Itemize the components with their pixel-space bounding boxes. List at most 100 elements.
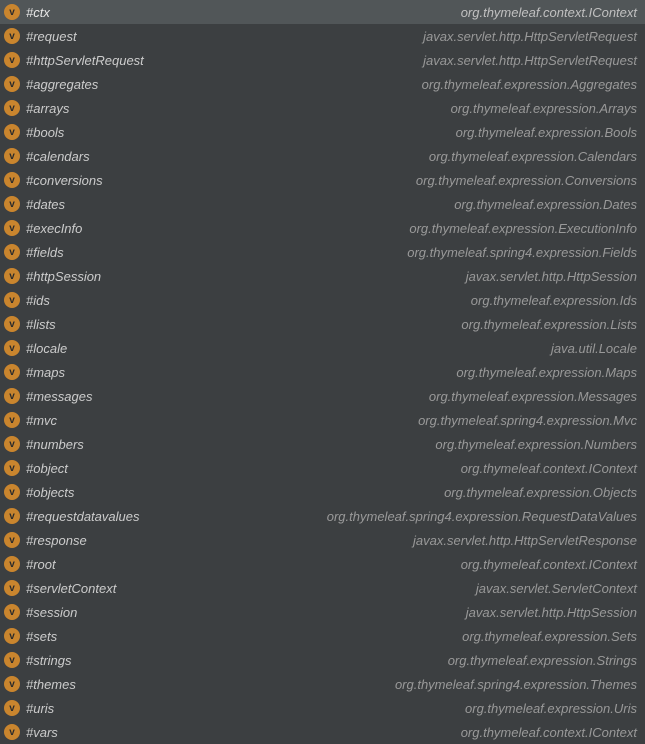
completion-item-label: #uris [26,701,54,716]
completion-item-label: #aggregates [26,77,98,92]
completion-item-type: org.thymeleaf.spring4.expression.Themes [395,677,637,692]
completion-item-type: org.thymeleaf.expression.Strings [448,653,637,668]
variable-icon: v [4,220,20,236]
completion-item[interactable]: v#themesorg.thymeleaf.spring4.expression… [0,672,645,696]
completion-item-label: #locale [26,341,67,356]
variable-icon: v [4,580,20,596]
completion-item-label: #calendars [26,149,90,164]
completion-item[interactable]: v #dates org.thymeleaf.expression.Dates [0,192,645,216]
completion-item[interactable]: v #servletContext javax.servlet.ServletCon… [0,576,645,600]
completion-item[interactable]: v#mapsorg.thymeleaf.expression.Maps [0,360,645,384]
completion-item-label: #servletContext [26,581,116,596]
variable-icon: v [4,268,20,284]
completion-item-type: org.thymeleaf.expression.Maps [456,365,637,380]
completion-item-type: org.thymeleaf.expression.Messages [429,389,637,404]
completion-item-type: org.thymeleaf.expression.ExecutionInfo [409,221,637,236]
completion-item-label: #httpServletRequest [26,53,144,68]
completion-item-label: #requestdatavalues [26,509,139,524]
variable-icon: v [4,508,20,524]
completion-item[interactable]: v#conversionsorg.thymeleaf.expression.Co… [0,168,645,192]
variable-icon: v [4,244,20,260]
completion-item[interactable]: v#idsorg.thymeleaf.expression.Ids [0,288,645,312]
completion-item-type: org.thymeleaf.expression.Conversions [416,173,637,188]
completion-item-type: java.util.Locale [551,341,637,356]
completion-item[interactable]: v #bools org.thymeleaf.expression.Bools [0,120,645,144]
variable-icon: v [4,532,20,548]
variable-icon: v [4,652,20,668]
completion-item[interactable]: v#objectsorg.thymeleaf.expression.Object… [0,480,645,504]
variable-icon: v [4,460,20,476]
completion-item[interactable]: v #root org.thymeleaf.context.IContext [0,552,645,576]
variable-icon: v [4,4,20,20]
completion-item[interactable]: v#objectorg.thymeleaf.context.IContext [0,456,645,480]
completion-item-type: javax.servlet.http.HttpSession [466,269,637,284]
completion-item[interactable]: v #vars org.thymeleaf.context.IContext [0,720,645,744]
completion-item-label: #mvc [26,413,57,428]
completion-item-label: #sets [26,629,57,644]
completion-item[interactable]: v#requestjavax.servlet.http.HttpServletR… [0,24,645,48]
completion-item-label: #numbers [26,437,84,452]
completion-item-type: org.thymeleaf.expression.Bools [456,125,637,140]
completion-item-label: #arrays [26,101,69,116]
completion-item-label: #root [26,557,56,572]
completion-item-type: org.thymeleaf.context.IContext [461,725,637,740]
completion-item-label: #bools [26,125,64,140]
completion-item-label: #themes [26,677,76,692]
completion-item-type: javax.servlet.http.HttpSession [466,605,637,620]
completion-item[interactable]: v#mvcorg.thymeleaf.spring4.expression.Mv… [0,408,645,432]
variable-icon: v [4,556,20,572]
variable-icon: v [4,628,20,644]
completion-item-label: #request [26,29,77,44]
completion-item-type: org.thymeleaf.expression.Sets [462,629,637,644]
variable-icon: v [4,76,20,92]
completion-item[interactable]: v#ctxorg.thymeleaf.context.IContext [0,0,645,24]
variable-icon: v [4,124,20,140]
completion-item[interactable]: v#calendarsorg.thymeleaf.expression.Cale… [0,144,645,168]
completion-item[interactable]: v#arraysorg.thymeleaf.expression.Arrays [0,96,645,120]
completion-item-type: org.thymeleaf.expression.Numbers [435,437,637,452]
completion-item-type: javax.servlet.ServletContext [476,581,637,596]
variable-icon: v [4,148,20,164]
variable-icon: v [4,196,20,212]
variable-icon: v [4,340,20,356]
variable-icon: v [4,436,20,452]
completion-item-label: #response [26,533,87,548]
completion-item[interactable]: v#httpServletRequestjavax.servlet.http.H… [0,48,645,72]
completion-item[interactable]: v #numbers org.thymeleaf.expression.Number… [0,432,645,456]
completion-item[interactable]: v #requestdatavalues org.thymeleaf.spring4… [0,504,645,528]
completion-item-type: org.thymeleaf.context.IContext [461,557,637,572]
completion-item[interactable]: v #locale java.util.Locale [0,336,645,360]
variable-icon: v [4,292,20,308]
completion-item-type: org.thymeleaf.expression.Ids [471,293,637,308]
completion-item[interactable]: v #response javax.servlet.http.HttpServlet… [0,528,645,552]
completion-item[interactable]: v #sets org.thymeleaf.expression.Sets [0,624,645,648]
completion-item-label: #vars [26,725,58,740]
completion-item-label: #session [26,605,77,620]
completion-item[interactable]: v#fieldsorg.thymeleaf.spring4.expression… [0,240,645,264]
completion-item-type: org.thymeleaf.spring4.expression.Request… [327,509,637,524]
completion-item-label: #messages [26,389,92,404]
completion-list[interactable]: v#ctxorg.thymeleaf.context.IContextv#req… [0,0,645,744]
completion-item-type: org.thymeleaf.expression.Objects [444,485,637,500]
completion-item[interactable]: v#httpSessionjavax.servlet.http.HttpSess… [0,264,645,288]
completion-item[interactable]: v #strings org.thymeleaf.expression.String… [0,648,645,672]
completion-item[interactable]: v#urisorg.thymeleaf.expression.Uris [0,696,645,720]
completion-item-type: javax.servlet.http.HttpServletResponse [413,533,637,548]
completion-item-label: #conversions [26,173,103,188]
completion-item[interactable]: v#execInfoorg.thymeleaf.expression.Execu… [0,216,645,240]
completion-item-type: org.thymeleaf.spring4.expression.Fields [407,245,637,260]
completion-item-label: #dates [26,197,65,212]
completion-item-type: org.thymeleaf.expression.Arrays [451,101,637,116]
variable-icon: v [4,412,20,428]
completion-item[interactable]: v#aggregatesorg.thymeleaf.expression.Agg… [0,72,645,96]
completion-item-type: org.thymeleaf.expression.Uris [465,701,637,716]
completion-item-label: #strings [26,653,72,668]
completion-item-label: #lists [26,317,56,332]
completion-item[interactable]: v#messagesorg.thymeleaf.expression.Messa… [0,384,645,408]
variable-icon: v [4,364,20,380]
variable-icon: v [4,724,20,740]
completion-item-type: org.thymeleaf.expression.Dates [454,197,637,212]
completion-item[interactable]: v#listsorg.thymeleaf.expression.Lists [0,312,645,336]
completion-item[interactable]: v#sessionjavax.servlet.http.HttpSession [0,600,645,624]
variable-icon: v [4,484,20,500]
